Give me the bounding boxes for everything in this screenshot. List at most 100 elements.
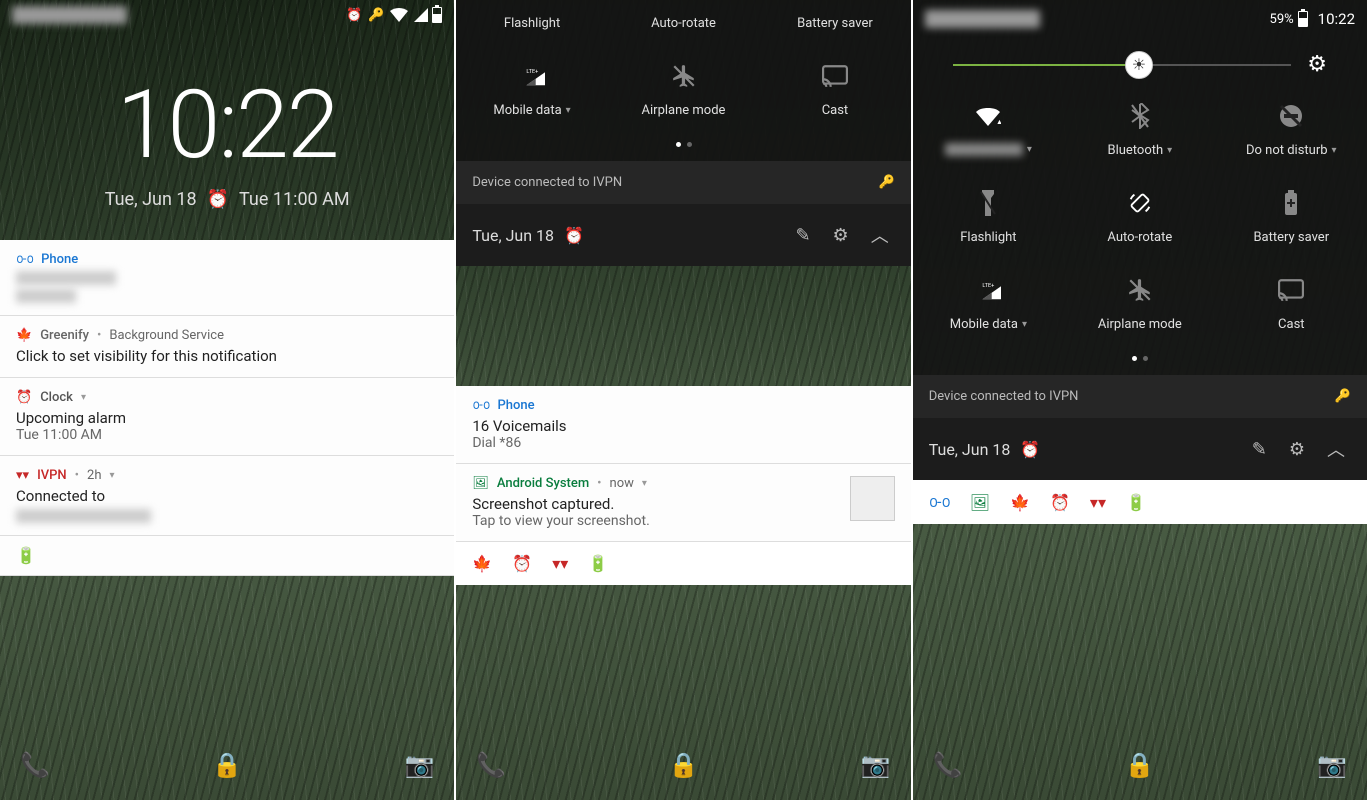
edit-icon[interactable]: ✎: [789, 219, 816, 252]
chevron-up-icon[interactable]: ︿: [865, 216, 895, 254]
tile-cast[interactable]: Cast: [1221, 277, 1361, 332]
lte-icon: LTE+: [975, 277, 1001, 303]
wifi-icon: [390, 8, 408, 22]
page-dots[interactable]: [456, 134, 910, 161]
alarm-icon: ⏰: [346, 8, 362, 23]
chevron-down-icon[interactable]: ▾: [81, 392, 86, 403]
ivpn-icon: ▾▾: [1090, 493, 1106, 512]
alarm-icon: ⏰: [207, 189, 229, 210]
flashlight-icon: [975, 190, 1001, 216]
svg-text:LTE+: LTE+: [526, 69, 538, 75]
image-icon: 🖼: [970, 493, 990, 512]
qs-date[interactable]: Tue, Jun 18: [472, 226, 554, 245]
leaf-icon: 🍁: [472, 554, 492, 573]
key-icon: 🔑: [1335, 389, 1351, 404]
phone-shortcut[interactable]: 📞: [933, 751, 963, 779]
phone-shortcut[interactable]: 📞: [20, 751, 50, 779]
wallpaper-gap[interactable]: [456, 266, 910, 386]
wifi-icon: ▲: [975, 103, 1001, 129]
chevron-down-icon[interactable]: ▾: [1027, 144, 1032, 155]
tile-flashlight[interactable]: Flashlight: [462, 16, 602, 31]
ivpn-icon: ▾▾: [552, 554, 568, 573]
lock-icon[interactable]: 🔒: [1125, 751, 1155, 779]
chevron-down-icon[interactable]: ▾: [642, 478, 647, 489]
collapsed-notifications[interactable]: ൦-൦ 🖼 🍁 ⏰ ▾▾ 🔋: [913, 480, 1367, 524]
collapsed-notifications[interactable]: 🍁 ⏰ ▾▾ 🔋: [456, 542, 910, 585]
qs-date[interactable]: Tue, Jun 18: [929, 440, 1011, 459]
tile-autorotate[interactable]: Auto-rotate: [1070, 190, 1210, 245]
tile-dnd[interactable]: Do not disturb▾: [1221, 103, 1361, 158]
vpn-key-icon: 🔑: [368, 8, 384, 23]
image-icon: 🖼: [472, 476, 489, 491]
cast-icon: [822, 63, 848, 89]
notification-phone[interactable]: ൦-൦Phone: [0, 240, 454, 316]
notification-greenify[interactable]: 🍁Greenify•Background Service Click to se…: [0, 316, 454, 378]
status-bar: ⏰ 🔑: [0, 0, 454, 30]
leaf-icon: 🍁: [1010, 493, 1030, 512]
qs-full-pane: 59% 10:22 ☀ ⚙ ▲ ▾ Bluetooth▾ Do not dist…: [913, 0, 1367, 800]
tile-autorotate[interactable]: Auto-rotate: [614, 16, 754, 31]
vpn-status-bar[interactable]: Device connected to IVPN 🔑: [456, 161, 910, 204]
chevron-down-icon[interactable]: ▾: [1332, 145, 1337, 156]
cast-icon: [1278, 277, 1304, 303]
brightness-settings-icon[interactable]: ⚙: [1307, 52, 1327, 77]
notification-ivpn[interactable]: ▾▾IVPN•2h▾ Connected to: [0, 456, 454, 536]
ivpn-icon: ▾▾: [16, 468, 29, 483]
tile-mobile-data[interactable]: LTE+ Mobile data▾: [462, 63, 602, 118]
battery-pct: 59%: [1270, 12, 1294, 27]
lock-icon[interactable]: 🔒: [212, 751, 242, 779]
notification-clock[interactable]: ⏰Clock▾ Upcoming alarm Tue 11:00 AM: [0, 378, 454, 456]
edit-icon[interactable]: ✎: [1246, 433, 1273, 466]
page-dots[interactable]: [913, 348, 1367, 375]
chevron-up-icon[interactable]: ︿: [1321, 430, 1351, 468]
hidden-body: [16, 289, 76, 303]
status-time: 10:22: [1318, 10, 1355, 28]
tile-flashlight[interactable]: Flashlight: [918, 190, 1058, 245]
key-icon: 🔑: [879, 175, 895, 190]
notification-phone[interactable]: ൦-൦Phone 16 Voicemails Dial *86: [456, 386, 910, 464]
signal-icon: [414, 8, 428, 22]
quick-settings-partial: Flashlight Auto-rotate Battery saver LTE…: [456, 0, 910, 161]
camera-shortcut[interactable]: 📷: [861, 751, 891, 779]
lock-time: 10:22: [0, 70, 454, 181]
battery-warning-icon: 🔋: [16, 546, 36, 565]
camera-shortcut[interactable]: 📷: [404, 751, 434, 779]
leaf-icon: 🍁: [16, 328, 32, 343]
airplane-off-icon: [671, 63, 697, 89]
alarm-icon[interactable]: ⏰: [1020, 440, 1040, 459]
chevron-down-icon[interactable]: ▾: [1167, 145, 1172, 156]
camera-shortcut[interactable]: 📷: [1317, 751, 1347, 779]
lock-icon[interactable]: 🔒: [669, 751, 699, 779]
hidden-title: [16, 271, 116, 285]
gear-icon[interactable]: ⚙: [1283, 433, 1311, 466]
tile-battery-saver[interactable]: Battery saver: [765, 16, 905, 31]
voicemail-icon: ൦-൦: [16, 252, 33, 267]
tile-mobile-data[interactable]: LTE+ Mobile data▾: [918, 277, 1058, 332]
vpn-status-bar[interactable]: Device connected to IVPN 🔑: [913, 375, 1367, 418]
tile-wifi[interactable]: ▲ ▾: [918, 103, 1058, 158]
tile-airplane[interactable]: Airplane mode: [1070, 277, 1210, 332]
gear-icon[interactable]: ⚙: [827, 219, 855, 252]
tile-airplane[interactable]: Airplane mode: [614, 63, 754, 118]
notification-overflow[interactable]: 🔋: [0, 536, 454, 576]
chevron-down-icon[interactable]: ▾: [566, 105, 571, 116]
voicemail-icon: ൦-൦: [929, 492, 950, 512]
tile-cast[interactable]: Cast: [765, 63, 905, 118]
bluetooth-off-icon: [1127, 103, 1153, 129]
alarm-icon[interactable]: ⏰: [564, 226, 584, 245]
brightness-slider[interactable]: ☀ ⚙: [913, 34, 1367, 87]
airplane-off-icon: [1127, 277, 1153, 303]
lock-nav: 📞 🔒 📷: [0, 730, 454, 800]
carrier-label: [12, 6, 127, 24]
tile-bluetooth[interactable]: Bluetooth▾: [1070, 103, 1210, 158]
tile-battery-saver[interactable]: Battery saver: [1221, 190, 1361, 245]
notification-screenshot[interactable]: 🖼Android System•now▾ Screenshot captured…: [456, 464, 910, 542]
qs-partial-pane: Flashlight Auto-rotate Battery saver LTE…: [456, 0, 910, 800]
chevron-down-icon[interactable]: ▾: [1022, 319, 1027, 330]
phone-shortcut[interactable]: 📞: [476, 751, 506, 779]
date-action-bar: Tue, Jun 18 ⏰ ✎ ⚙ ︿: [456, 204, 910, 266]
lock-nav: 📞 🔒 📷: [456, 730, 910, 800]
brightness-thumb[interactable]: ☀: [1125, 51, 1153, 79]
quick-settings-full: 59% 10:22 ☀ ⚙ ▲ ▾ Bluetooth▾ Do not dist…: [913, 0, 1367, 375]
chevron-down-icon[interactable]: ▾: [110, 470, 115, 481]
